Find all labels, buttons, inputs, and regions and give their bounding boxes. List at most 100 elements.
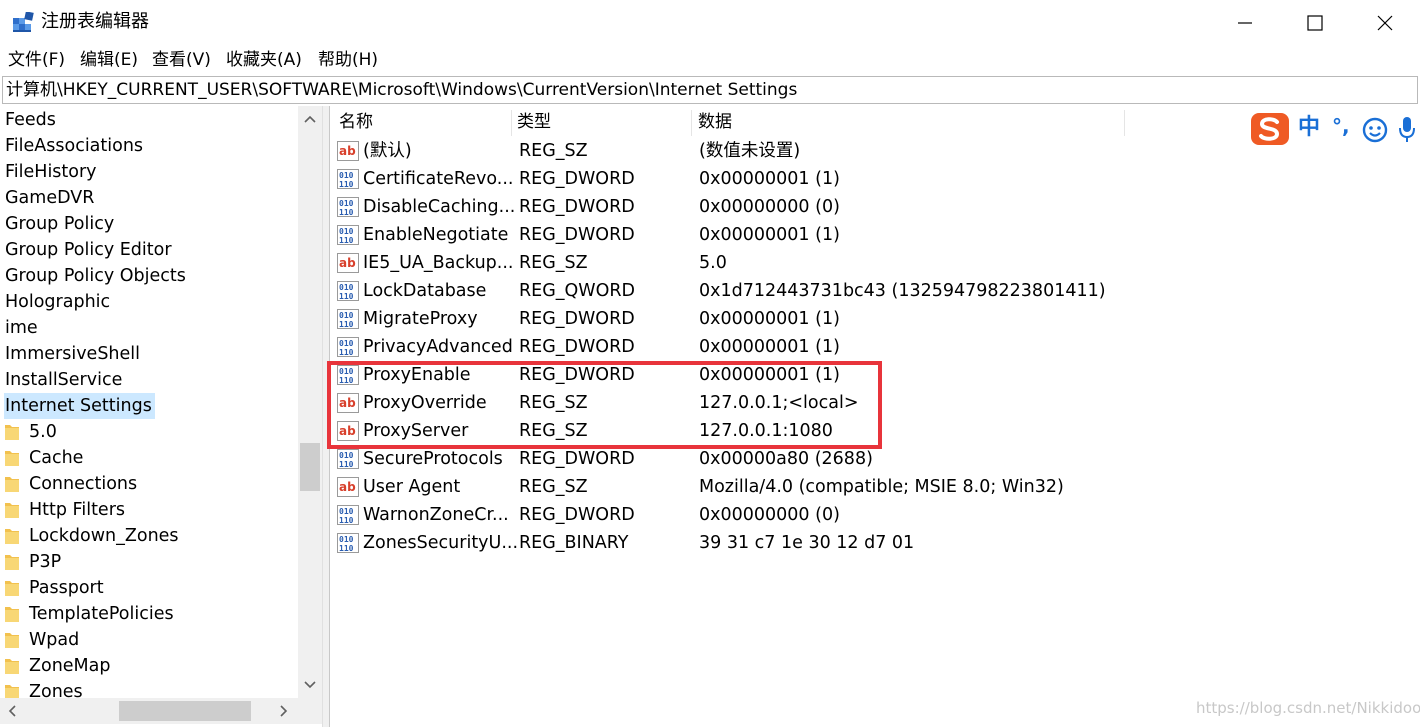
- tree-item[interactable]: GameDVR: [0, 185, 298, 211]
- scroll-left-arrow-icon[interactable]: [8, 705, 16, 717]
- value-data: 0x00000001 (1): [699, 225, 840, 245]
- value-row[interactable]: 010 110 MigrateProxy REG_DWORD 0x00000001 (1…: [330, 305, 1420, 333]
- close-button[interactable]: [1350, 0, 1420, 45]
- tree-item[interactable]: Internet Settings: [0, 393, 298, 419]
- ime-toolbar[interactable]: 中 °,: [1248, 110, 1420, 148]
- binary-value-icon: 010110: [337, 309, 359, 329]
- value-type: REG_DWORD: [519, 309, 635, 329]
- tree-vertical-scroll-thumb[interactable]: [300, 443, 320, 491]
- tree-item-label: Holographic: [5, 292, 111, 312]
- value-row[interactable]: 010 110 CertificateRevo... REG_DWORD 0x00000…: [330, 165, 1420, 193]
- tree-item[interactable]: ZoneMap: [0, 653, 298, 679]
- title-bar[interactable]: 注册表编辑器: [0, 0, 1420, 45]
- column-separator[interactable]: [691, 110, 692, 136]
- svg-text:010: 010: [339, 283, 354, 292]
- tree-item[interactable]: TemplatePolicies: [0, 601, 298, 627]
- tree-item[interactable]: Feeds: [0, 107, 298, 133]
- tree-item[interactable]: ImmersiveShell: [0, 341, 298, 367]
- column-header-type[interactable]: 类型: [517, 111, 551, 133]
- value-name: MigrateProxy: [363, 309, 478, 329]
- value-row[interactable]: ab ProxyServer REG_SZ 127.0.0.1:1080: [330, 417, 1420, 445]
- tree-item[interactable]: Group Policy: [0, 211, 298, 237]
- value-row[interactable]: 010 110 LockDatabase REG_QWORD 0x1d712443731…: [330, 277, 1420, 305]
- tree-item[interactable]: 5.0: [0, 419, 298, 445]
- menu-help[interactable]: 帮助(H): [318, 48, 378, 72]
- svg-text:010: 010: [339, 507, 354, 516]
- emoji-icon[interactable]: [1362, 117, 1388, 143]
- tree-horizontal-scrollbar[interactable]: [0, 698, 298, 724]
- tree-vertical-scrollbar[interactable]: [298, 106, 322, 698]
- tree-item[interactable]: Connections: [0, 471, 298, 497]
- address-bar[interactable]: 计算机\HKEY_CURRENT_USER\SOFTWARE\Microsoft…: [2, 76, 1418, 104]
- menu-file[interactable]: 文件(F): [8, 48, 65, 72]
- tree-item[interactable]: Lockdown_Zones: [0, 523, 298, 549]
- tree-item[interactable]: Cache: [0, 445, 298, 471]
- value-name: (默认): [363, 141, 412, 161]
- tree-item[interactable]: Passport: [0, 575, 298, 601]
- tree-item[interactable]: FileHistory: [0, 159, 298, 185]
- value-name: ProxyOverride: [363, 393, 487, 413]
- value-row[interactable]: ab IE5_UA_Backup... REG_SZ 5.0: [330, 249, 1420, 277]
- value-data: 127.0.0.1:1080: [699, 421, 833, 441]
- minimize-icon: [1238, 21, 1252, 24]
- value-type: REG_SZ: [519, 393, 588, 413]
- scroll-down-arrow-icon[interactable]: [304, 681, 316, 689]
- folder-icon: [5, 607, 19, 622]
- ime-mode-label[interactable]: 中: [1298, 114, 1320, 142]
- menu-favorites[interactable]: 收藏夹(A): [226, 48, 302, 72]
- tree-item[interactable]: InstallService: [0, 367, 298, 393]
- value-name: IE5_UA_Backup...: [363, 253, 514, 273]
- value-row[interactable]: 010 110 WarnonZoneCr... REG_DWORD 0x00000000…: [330, 501, 1420, 529]
- value-name: ProxyEnable: [363, 365, 471, 385]
- tree-item[interactable]: Holographic: [0, 289, 298, 315]
- value-row[interactable]: ab User Agent REG_SZ Mozilla/4.0 (compatibl…: [330, 473, 1420, 501]
- value-data: 0x00000001 (1): [699, 169, 840, 189]
- value-row[interactable]: ab ProxyOverride REG_SZ 127.0.0.1;<local>: [330, 389, 1420, 417]
- pane-splitter[interactable]: [322, 106, 330, 727]
- maximize-button[interactable]: [1280, 0, 1350, 45]
- scroll-up-arrow-icon[interactable]: [304, 115, 316, 123]
- svg-text:010: 010: [339, 451, 354, 460]
- tree-horizontal-scroll-thumb[interactable]: [119, 701, 251, 721]
- minimize-button[interactable]: [1210, 0, 1280, 45]
- ime-punctuation-label[interactable]: °,: [1332, 112, 1350, 140]
- value-type: REG_DWORD: [519, 449, 635, 469]
- scroll-corner: [298, 698, 322, 724]
- value-row[interactable]: 010 110 PrivacyAdvanced REG_DWORD 0x00000001…: [330, 333, 1420, 361]
- sogou-logo-icon[interactable]: [1250, 112, 1290, 146]
- value-data: 0x1d712443731bc43 (132594798223801411): [699, 281, 1106, 301]
- svg-text:010: 010: [339, 227, 354, 236]
- binary-value-icon: 010110: [337, 169, 359, 189]
- tree-item[interactable]: Http Filters: [0, 497, 298, 523]
- menu-edit[interactable]: 编辑(E): [80, 48, 138, 72]
- tree-item[interactable]: Group Policy Objects: [0, 263, 298, 289]
- value-type: REG_SZ: [519, 141, 588, 161]
- tree-item[interactable]: Group Policy Editor: [0, 237, 298, 263]
- column-separator[interactable]: [511, 110, 512, 136]
- column-header-data[interactable]: 数据: [698, 111, 732, 133]
- value-data: 0x00000a80 (2688): [699, 449, 873, 469]
- binary-value-icon: 010110: [337, 197, 359, 217]
- tree-item-label: GameDVR: [5, 188, 95, 208]
- column-header-name[interactable]: 名称: [339, 111, 373, 133]
- binary-value-icon: 010110: [337, 365, 359, 385]
- folder-icon: [5, 555, 19, 570]
- tree-item[interactable]: FileAssociations: [0, 133, 298, 159]
- key-tree: Feeds FileAssociations FileHistory GameDVR G…: [0, 106, 322, 727]
- value-name: ProxyServer: [363, 421, 469, 441]
- string-value-icon: ab: [337, 477, 359, 497]
- folder-icon: [5, 659, 19, 674]
- value-row[interactable]: 010 110 ZonesSecurityU... REG_BINARY 39 31 c…: [330, 529, 1420, 557]
- scroll-right-arrow-icon[interactable]: [280, 705, 288, 717]
- tree-item[interactable]: Wpad: [0, 627, 298, 653]
- value-row[interactable]: 010 110 DisableCaching... REG_DWORD 0x000000…: [330, 193, 1420, 221]
- column-separator[interactable]: [1124, 110, 1125, 136]
- tree-item[interactable]: ime: [0, 315, 298, 341]
- address-path[interactable]: 计算机\HKEY_CURRENT_USER\SOFTWARE\Microsoft…: [6, 78, 797, 102]
- value-row[interactable]: 010 110 EnableNegotiate REG_DWORD 0x00000001…: [330, 221, 1420, 249]
- value-row[interactable]: 010 110 SecureProtocols REG_DWORD 0x00000a80…: [330, 445, 1420, 473]
- menu-view[interactable]: 查看(V): [152, 48, 211, 72]
- value-row[interactable]: 010 110 ProxyEnable REG_DWORD 0x00000001 (1): [330, 361, 1420, 389]
- microphone-icon[interactable]: [1398, 116, 1416, 144]
- tree-item[interactable]: P3P: [0, 549, 298, 575]
